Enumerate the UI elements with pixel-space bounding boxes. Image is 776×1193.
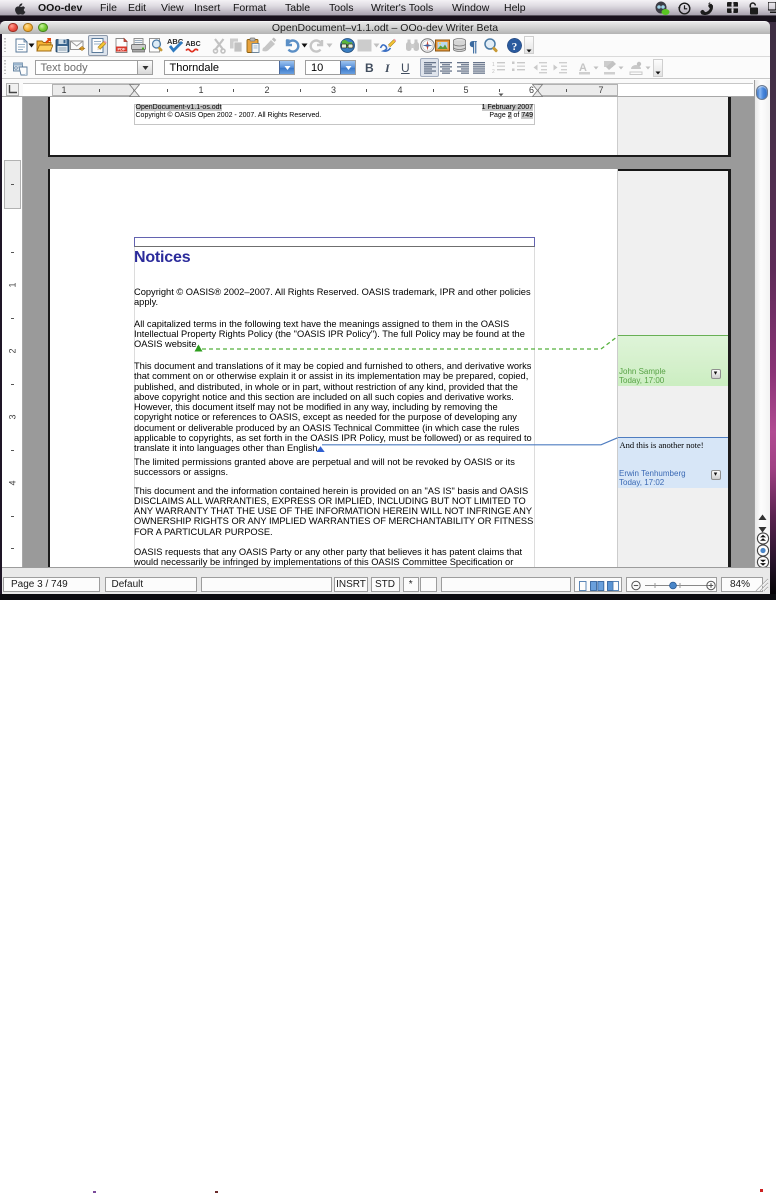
svg-text:1: 1 — [492, 62, 495, 68]
svg-text:?: ? — [511, 41, 517, 53]
svg-text:¶: ¶ — [469, 39, 478, 55]
svg-text:PDF: PDF — [117, 47, 126, 52]
svg-text:2: 2 — [492, 69, 495, 74]
svg-text:ABC: ABC — [186, 41, 201, 48]
